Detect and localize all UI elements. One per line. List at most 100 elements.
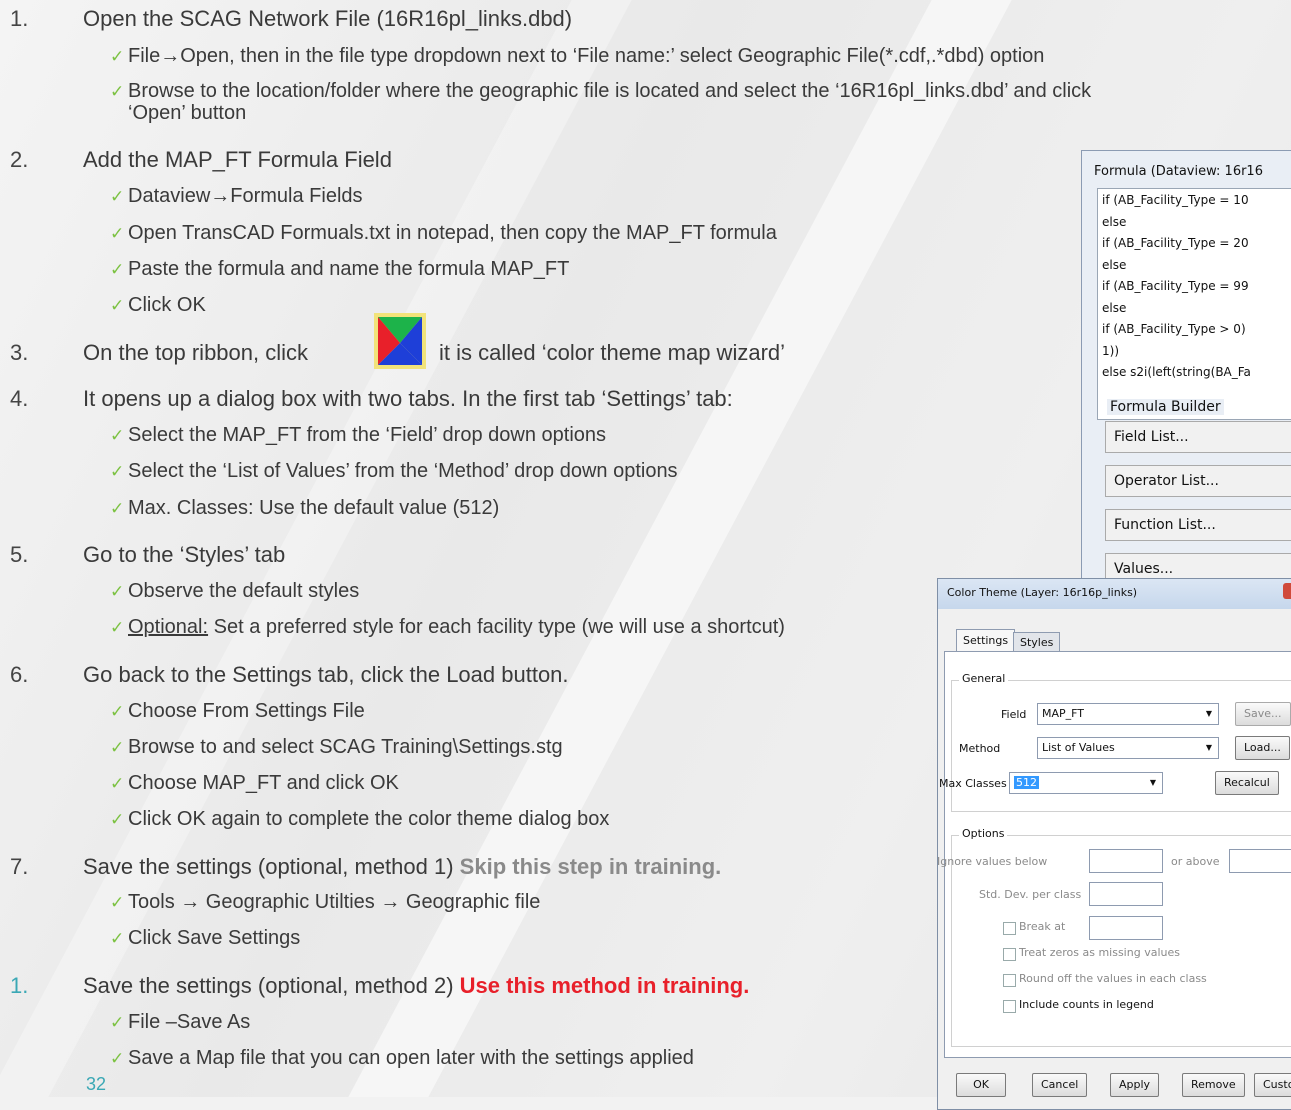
field-dropdown[interactable]: MAP_FT ▼ <box>1037 703 1219 725</box>
substep-text: Choose From Settings File <box>128 700 365 722</box>
step-text: it is called ‘color theme map wizard’ <box>439 340 786 365</box>
substep-text: Open TransCAD Formuals.txt in notepad, t… <box>128 222 777 244</box>
include-counts-checkbox[interactable] <box>1003 1000 1016 1013</box>
check-icon: ✓ <box>110 774 125 793</box>
check-icon: ✓ <box>110 1049 125 1068</box>
recalculate-button[interactable]: Recalcul <box>1215 771 1279 795</box>
tab-settings[interactable]: Settings <box>956 629 1016 652</box>
check-icon: ✓ <box>110 618 125 637</box>
substep-text: Save a Map file that you can open later … <box>128 1047 694 1069</box>
substep-text: File→Open, then in the file type dropdow… <box>128 45 1045 67</box>
field-value: MAP_FT <box>1042 707 1085 720</box>
cancel-button[interactable]: Cancel <box>1032 1073 1088 1097</box>
max-classes-label: Max Classes <box>939 777 1007 790</box>
round-off-checkbox[interactable] <box>1003 974 1016 987</box>
step-text: Open the SCAG Network File (16R16pl_link… <box>83 6 573 31</box>
treat-zeros-label: Treat zeros as missing values <box>1019 946 1180 959</box>
substep-text: Select the MAP_FT from the ‘Field’ drop … <box>128 424 607 446</box>
stddev-label: Std. Dev. per class <box>979 888 1082 901</box>
ignore-below-field[interactable] <box>1089 849 1163 873</box>
include-counts-label: Include counts in legend <box>1019 998 1154 1011</box>
step-number: 6. <box>10 662 29 687</box>
substep-text: Select the ‘List of Values’ from the ‘Me… <box>128 460 678 482</box>
check-icon: ✓ <box>110 426 125 445</box>
break-at-field[interactable] <box>1089 916 1163 940</box>
max-classes-value: 512 <box>1014 776 1039 789</box>
field-label: Field <box>1001 708 1027 721</box>
load-button[interactable]: Load... <box>1235 736 1290 760</box>
max-classes-dropdown[interactable]: 512 ▼ <box>1009 772 1163 794</box>
substep-text: Observe the default styles <box>128 580 360 602</box>
substep-text: Max. Classes: Use the default value (512… <box>128 497 500 519</box>
step-number: 1. <box>10 973 29 998</box>
stddev-field[interactable] <box>1089 882 1163 906</box>
substep-text: Browse to and select SCAG Training\Setti… <box>128 736 563 758</box>
general-label: General <box>959 672 1009 685</box>
formula-dialog-title: Formula (Dataview: 16r16 <box>1094 164 1263 179</box>
break-at-checkbox[interactable] <box>1003 922 1016 935</box>
substep-text: Dataview→Formula Fields <box>128 185 363 207</box>
formula-line: else s2i(left(string(BA_Fa <box>1102 365 1251 379</box>
remove-button[interactable]: Remove <box>1182 1073 1245 1097</box>
color-theme-dialog: Color Theme (Layer: 16r16p_links) Settin… <box>937 578 1291 1110</box>
skip-note: Skip this step in training. <box>459 854 722 879</box>
check-icon: ✓ <box>110 499 125 518</box>
step-number: 4. <box>10 386 29 411</box>
check-icon: ✓ <box>110 929 125 948</box>
optional-text: Set a preferred style for each facility … <box>208 616 785 638</box>
step-text-main: Save the settings (optional, method 1) <box>83 854 460 879</box>
use-note: Use this method in training. <box>459 973 750 998</box>
formula-line: 1)) <box>1102 343 1119 358</box>
color-theme-wizard-icon[interactable] <box>374 313 426 369</box>
break-at-label: Break at <box>1019 920 1066 933</box>
substep-text: Tools → Geographic Utilties → Geographic… <box>128 891 541 913</box>
field-list-button[interactable]: Field List... <box>1105 421 1291 453</box>
round-off-label: Round off the values in each class <box>1019 972 1207 985</box>
formula-line: if (AB_Facility_Type > 0) <box>1102 322 1246 336</box>
function-list-button[interactable]: Function List... <box>1105 509 1291 541</box>
ignore-above-field[interactable] <box>1229 849 1291 873</box>
formula-dialog: Formula (Dataview: 16r16 if (AB_Facility… <box>1081 150 1291 602</box>
treat-zeros-checkbox[interactable] <box>1003 948 1016 961</box>
check-icon: ✓ <box>110 1013 125 1032</box>
check-icon: ✓ <box>110 702 125 721</box>
substep-text: Optional: Set a preferred style for each… <box>128 616 785 639</box>
custom-button[interactable]: Custo <box>1254 1073 1291 1097</box>
step-number: 5. <box>10 542 29 567</box>
formula-line: else <box>1102 257 1127 272</box>
check-icon: ✓ <box>110 893 125 912</box>
substep-text: Choose MAP_FT and click OK <box>128 772 399 794</box>
chevron-down-icon: ▼ <box>1205 743 1212 752</box>
save-settings-button[interactable]: Save... <box>1235 702 1291 726</box>
check-icon: ✓ <box>110 224 125 243</box>
method-label: Method <box>959 742 1001 755</box>
step-number: 3. <box>10 340 29 365</box>
operator-list-button[interactable]: Operator List... <box>1105 465 1291 497</box>
tab-styles[interactable]: Styles <box>1013 632 1061 652</box>
formula-builder-label: Formula Builder <box>1107 399 1224 415</box>
apply-button[interactable]: Apply <box>1110 1073 1160 1097</box>
chevron-down-icon: ▼ <box>1205 709 1212 718</box>
formula-builder-group: Formula Builder Field List... Operator L… <box>1097 399 1291 601</box>
check-icon: ✓ <box>110 187 125 206</box>
check-icon: ✓ <box>110 82 125 101</box>
method-dropdown[interactable]: List of Values ▼ <box>1037 737 1219 759</box>
step-text: Add the MAP_FT Formula Field <box>83 147 392 172</box>
step-text: On the top ribbon, click <box>83 340 309 365</box>
close-icon[interactable] <box>1283 583 1291 599</box>
step-text: Save the settings (optional, method 2) U… <box>83 973 749 999</box>
step-text: Save the settings (optional, method 1) S… <box>83 854 721 880</box>
substep-text: Paste the formula and name the formula M… <box>128 258 570 280</box>
substep-text-cont: ‘Open’ button <box>128 102 247 124</box>
step-text: It opens up a dialog box with two tabs. … <box>83 386 733 411</box>
step-number: 1. <box>10 6 29 31</box>
substep-text: Click OK <box>128 294 206 316</box>
formula-line: else <box>1102 300 1127 315</box>
formula-line: else <box>1102 214 1127 229</box>
substep-text: File –Save As <box>128 1011 251 1033</box>
ok-button[interactable]: OK <box>956 1073 1006 1097</box>
optional-label: Optional: <box>128 616 209 638</box>
substep-text: Click Save Settings <box>128 927 301 949</box>
formula-textarea[interactable]: if (AB_Facility_Type = 10 else if (AB_Fa… <box>1097 188 1291 420</box>
or-above-label: or above <box>1171 855 1220 868</box>
